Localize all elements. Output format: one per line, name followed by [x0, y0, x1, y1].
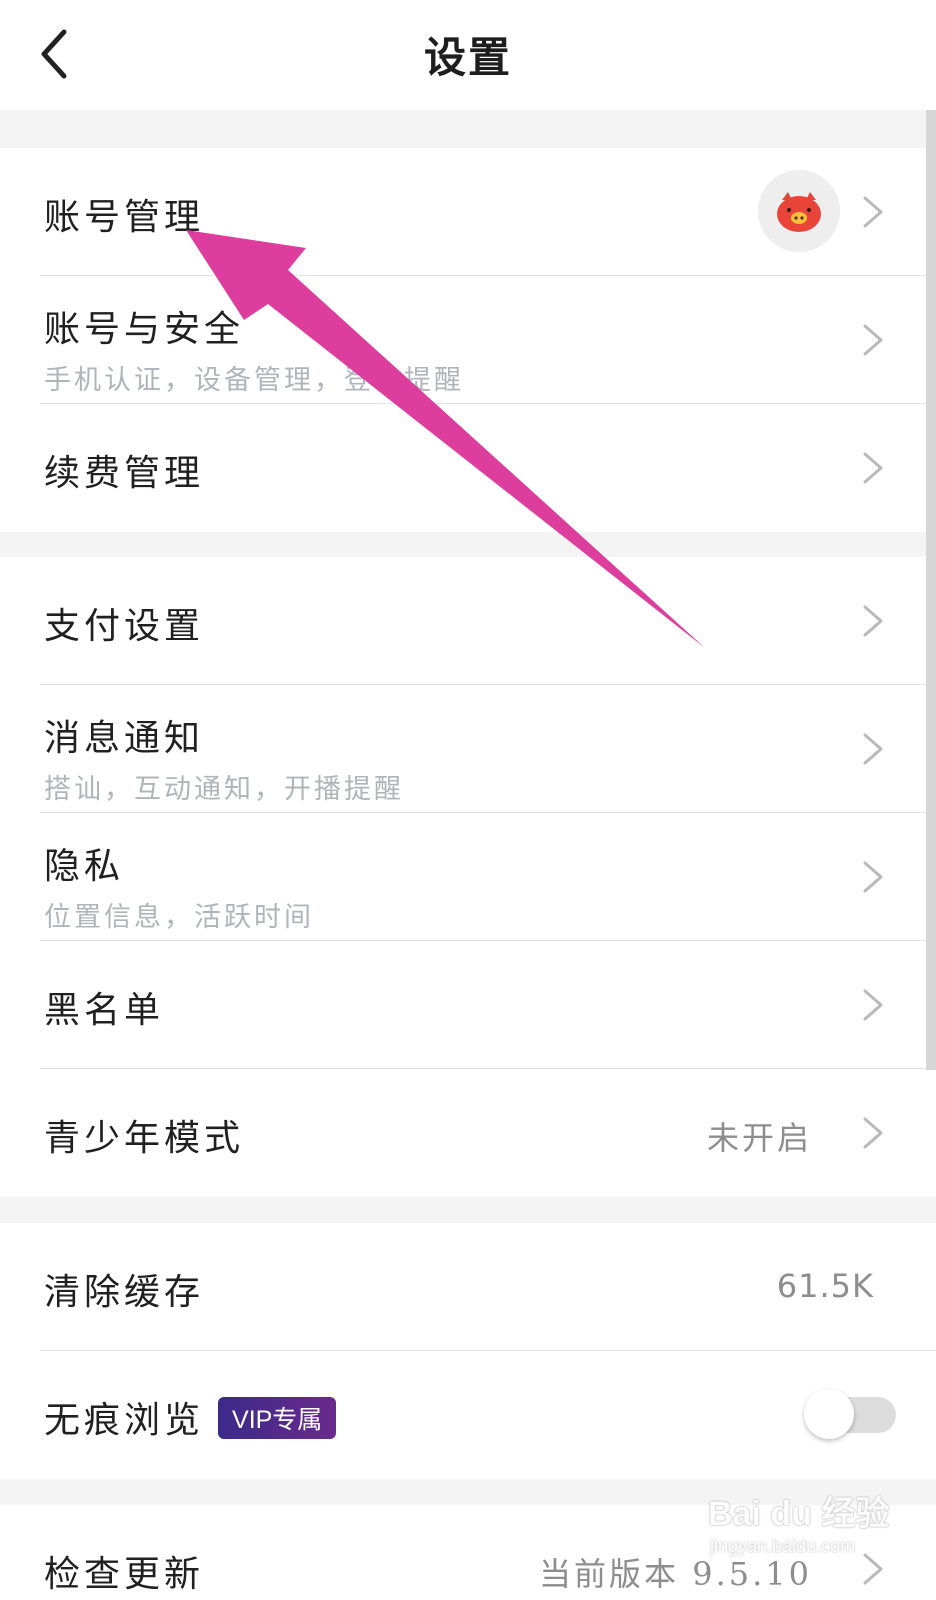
notifications-row[interactable]: 消息通知 搭讪，互动通知，开播提醒	[0, 685, 936, 813]
chevron-right-icon	[863, 324, 883, 356]
chevron-right-icon	[863, 1553, 883, 1585]
row-title: 检查更新	[44, 1554, 205, 1595]
row-title: 账号管理	[44, 197, 205, 238]
chevron-right-icon	[863, 861, 883, 893]
top-bar: 设置	[0, 0, 936, 110]
row-title: 清除缓存	[44, 1272, 205, 1313]
clear-cache-row[interactable]: 清除缓存 61.5K	[0, 1223, 936, 1351]
row-title: 消息通知	[44, 718, 205, 759]
current-version: 当前版本 9.5.10	[539, 1555, 812, 1593]
chevron-right-icon	[863, 1117, 883, 1149]
chevron-right-icon	[863, 605, 883, 637]
row-title: 隐私	[44, 846, 125, 887]
teen-mode-row[interactable]: 青少年模式 未开启	[0, 1069, 936, 1197]
cache-size: 61.5K	[776, 1267, 874, 1305]
row-title: 支付设置	[44, 606, 205, 647]
account-management-row[interactable]: 账号管理	[0, 148, 936, 276]
scrollbar[interactable]	[926, 110, 936, 1070]
row-title: 青少年模式	[44, 1118, 245, 1159]
incognito-label: 无痕浏览	[44, 1400, 205, 1441]
page-title: 设置	[423, 33, 512, 82]
chevron-right-icon	[863, 452, 883, 484]
privacy-row[interactable]: 隐私 位置信息，活跃时间	[0, 813, 936, 941]
storage-group: 清除缓存 61.5K 无痕浏览 VIP专属	[0, 1223, 936, 1479]
chevron-right-icon	[863, 733, 883, 765]
row-subtitle: 搭讪，互动通知，开播提醒	[44, 774, 404, 805]
toggle-knob	[804, 1389, 854, 1439]
vip-badge: VIP专属	[218, 1397, 337, 1439]
payment-settings-row[interactable]: 支付设置	[0, 557, 936, 685]
pig-avatar-icon	[758, 170, 840, 252]
chevron-right-icon	[863, 989, 883, 1021]
update-group: 检查更新 当前版本 9.5.10	[0, 1505, 936, 1600]
account-security-row[interactable]: 账号与安全 手机认证，设备管理，登录提醒	[0, 276, 936, 404]
account-group: 账号管理 账号与安全 手机认证，设备管理，登录提醒 续费管理	[0, 148, 936, 532]
row-title: 无痕浏览 VIP专属	[44, 1391, 337, 1443]
teen-mode-status: 未开启	[706, 1119, 812, 1157]
check-update-row[interactable]: 检查更新 当前版本 9.5.10	[0, 1505, 936, 1600]
preferences-group: 支付设置 消息通知 搭讪，互动通知，开播提醒 隐私 位置信息，活跃时间 黑名单 …	[0, 557, 936, 1197]
chevron-right-icon	[863, 196, 883, 228]
row-title: 账号与安全	[44, 309, 245, 350]
incognito-toggle[interactable]	[804, 1389, 896, 1439]
row-subtitle: 位置信息，活跃时间	[44, 902, 314, 933]
incognito-row: 无痕浏览 VIP专属	[0, 1351, 936, 1479]
user-avatar[interactable]	[758, 170, 840, 252]
row-title: 黑名单	[44, 990, 165, 1031]
row-subtitle: 手机认证，设备管理，登录提醒	[44, 365, 464, 396]
row-title: 续费管理	[44, 453, 205, 494]
blacklist-row[interactable]: 黑名单	[0, 941, 936, 1069]
renewal-management-row[interactable]: 续费管理	[0, 404, 936, 532]
